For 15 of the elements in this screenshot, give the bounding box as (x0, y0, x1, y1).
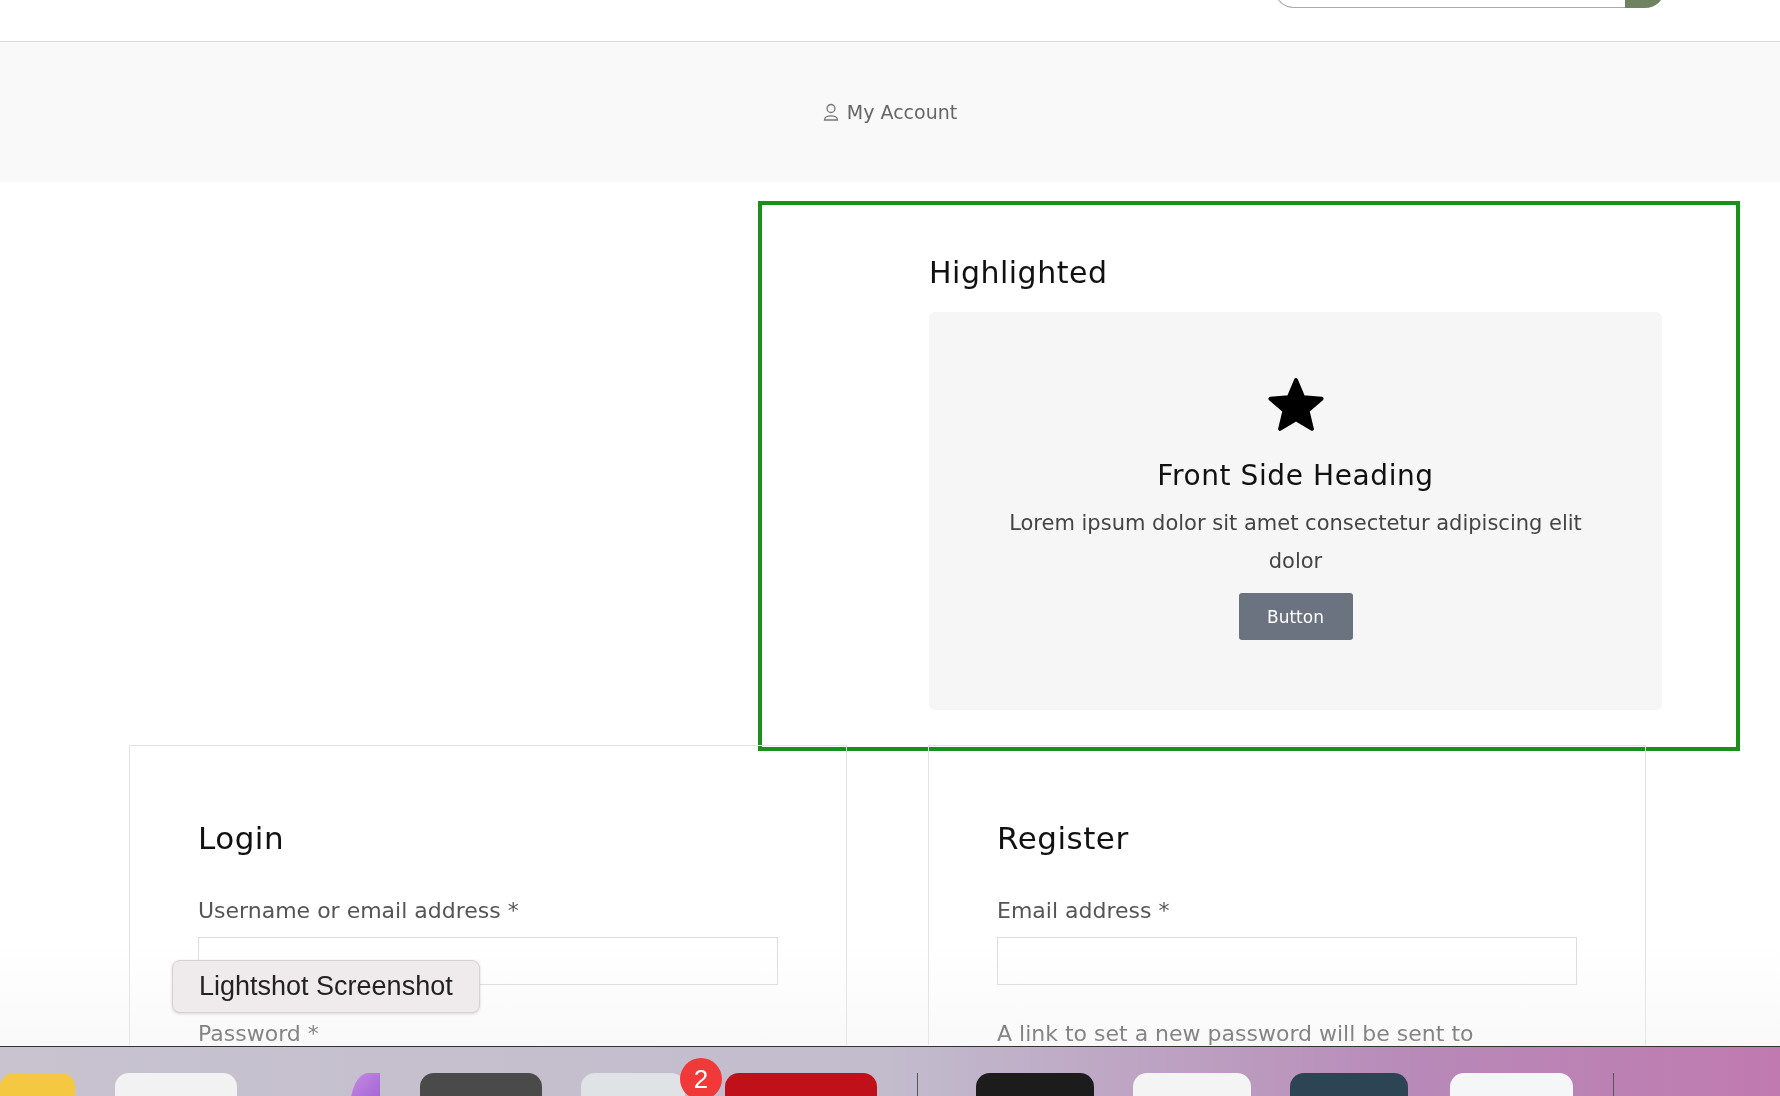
info-text: A link to set a new password will be sent to (997, 1021, 1475, 1046)
field-label: Username or email address * (198, 898, 520, 923)
field-label: Email address * (997, 898, 1171, 923)
tooltip: Lightshot Screenshot (172, 960, 480, 1013)
form-title: Register (997, 820, 1130, 856)
card-heading: Front Side Heading (1157, 459, 1434, 492)
card-button[interactable]: Button (1238, 593, 1353, 640)
form-title: Login (198, 820, 286, 856)
user-icon (822, 103, 839, 121)
star-icon (1266, 377, 1325, 433)
my-account-link[interactable]: My Account (822, 101, 958, 123)
field-label: Password * (198, 1021, 320, 1046)
section-title: Highlighted (929, 255, 1109, 290)
input-field[interactable] (997, 937, 1577, 985)
card-description: Lorem ipsum dolor sit amet consectetur adipiscing elit dolor (1008, 510, 1583, 575)
